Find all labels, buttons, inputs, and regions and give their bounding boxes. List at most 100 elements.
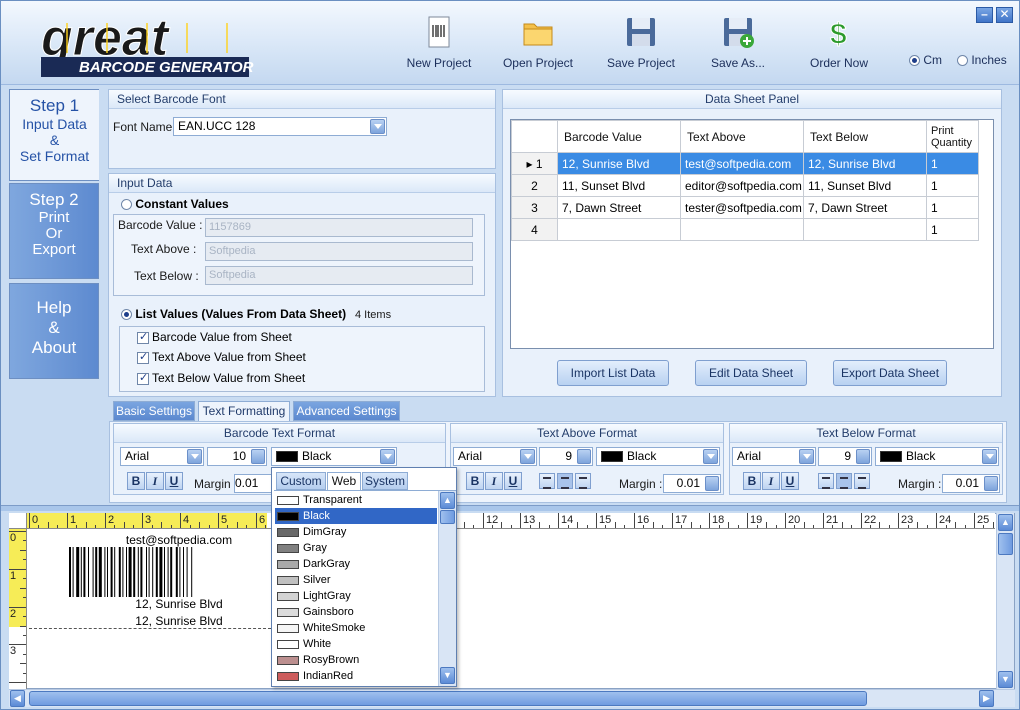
cell[interactable]: 12, Sunrise Blvd [803, 152, 927, 175]
cell[interactable]: 12, Sunrise Blvd [557, 152, 681, 175]
nav-step1[interactable]: Step 1 Input Data & Set Format [9, 89, 99, 181]
cell[interactable]: 7, Dawn Street [557, 196, 681, 219]
barcode-font-combo[interactable]: Arial [120, 447, 204, 466]
text-below-field[interactable]: Softpedia [205, 266, 473, 285]
chevron-down-icon[interactable] [520, 449, 535, 464]
bold-button[interactable]: B [743, 472, 761, 490]
align-center-icon[interactable] [557, 473, 573, 489]
cell[interactable]: 1 [926, 196, 979, 219]
tab-text-formatting[interactable]: Text Formatting [198, 401, 290, 422]
below-color-combo[interactable]: Black [875, 447, 999, 466]
align-right-icon[interactable] [854, 473, 870, 489]
scroll-left-icon[interactable]: ◀ [10, 690, 25, 707]
chevron-down-icon[interactable] [187, 449, 202, 464]
col-text-below[interactable]: Text Below [803, 120, 927, 153]
italic-button[interactable]: I [762, 472, 780, 490]
chk-above-from-sheet[interactable]: Text Above Value from Sheet [137, 350, 306, 364]
bold-button[interactable]: B [127, 472, 145, 490]
font-name-combo[interactable]: EAN.UCC 128 [173, 117, 387, 136]
spinner-arrows-icon[interactable] [984, 476, 998, 491]
underline-button[interactable]: U [504, 472, 522, 490]
cell[interactable]: tester@softpedia.com [680, 196, 804, 219]
spinner-arrows-icon[interactable] [705, 476, 719, 491]
barcode-size-spinner[interactable]: 10 [207, 447, 267, 466]
color-option[interactable]: IndianRed [275, 668, 437, 684]
table-row[interactable]: 2 11, Sunset Blvd editor@softpedia.com 1… [511, 174, 979, 197]
minimize-button[interactable]: – [976, 7, 993, 23]
close-button[interactable]: ✕ [996, 7, 1013, 23]
row-header[interactable]: 3 [511, 196, 558, 219]
preview-horizontal-scrollbar[interactable]: ◀ ▶ [9, 689, 1015, 707]
color-option[interactable]: Gray [275, 540, 437, 556]
cell[interactable]: 11, Sunset Blvd [803, 174, 927, 197]
cell[interactable]: 7, Dawn Street [803, 196, 927, 219]
align-center-icon[interactable] [836, 473, 852, 489]
scroll-thumb[interactable] [998, 533, 1013, 555]
scroll-thumb[interactable] [29, 691, 867, 706]
italic-button[interactable]: I [485, 472, 503, 490]
below-font-combo[interactable]: Arial [732, 447, 816, 466]
italic-button[interactable]: I [146, 472, 164, 490]
chevron-down-icon[interactable] [799, 449, 814, 464]
row-header[interactable]: 4 [511, 218, 558, 241]
cell[interactable]: 1 [926, 152, 979, 175]
color-option[interactable]: LightGray [275, 588, 437, 604]
table-row[interactable]: 4 1 [511, 218, 979, 241]
color-option[interactable]: Black [275, 508, 437, 524]
above-margin-spinner[interactable]: 0.01 [663, 474, 721, 493]
list-values-radio[interactable]: List Values (Values From Data Sheet) [121, 307, 346, 321]
col-print-quantity[interactable]: Print Quantity [926, 120, 979, 153]
bold-button[interactable]: B [466, 472, 484, 490]
color-option[interactable]: Gainsboro [275, 604, 437, 620]
chevron-down-icon[interactable] [370, 119, 385, 134]
save-as-button[interactable]: Save As... [703, 15, 773, 75]
chk-barcode-from-sheet[interactable]: Barcode Value from Sheet [137, 330, 292, 344]
tab-advanced-settings[interactable]: Advanced Settings [293, 401, 400, 421]
color-option[interactable]: Transparent [275, 492, 437, 508]
color-tab-system[interactable]: System [362, 472, 408, 490]
scroll-up-icon[interactable]: ▲ [998, 514, 1013, 531]
underline-button[interactable]: U [165, 472, 183, 490]
below-size-spinner[interactable]: 9 [818, 447, 872, 466]
spinner-arrows-icon[interactable] [577, 449, 591, 464]
save-project-button[interactable]: Save Project [599, 15, 683, 75]
order-now-button[interactable]: $ Order Now [801, 15, 877, 75]
underline-button[interactable]: U [781, 472, 799, 490]
export-data-sheet-button[interactable]: Export Data Sheet [833, 360, 947, 386]
import-list-data-button[interactable]: Import List Data [557, 360, 669, 386]
nav-step2[interactable]: Step 2 Print Or Export [9, 183, 99, 279]
cell[interactable]: 11, Sunset Blvd [557, 174, 681, 197]
cell[interactable]: test@softpedia.com [680, 152, 804, 175]
above-font-combo[interactable]: Arial [453, 447, 537, 466]
col-text-above[interactable]: Text Above [680, 120, 804, 153]
cell[interactable] [803, 218, 927, 241]
color-list-scrollbar[interactable]: ▲ ▼ [438, 491, 456, 686]
splitter[interactable] [1, 505, 1019, 511]
spinner-arrows-icon[interactable] [251, 449, 265, 464]
nav-help[interactable]: Help & About [9, 283, 99, 379]
align-left-icon[interactable] [539, 473, 555, 489]
above-color-combo[interactable]: Black [596, 447, 720, 466]
color-option[interactable]: RosyBrown [275, 652, 437, 668]
cell[interactable] [557, 218, 681, 241]
barcode-color-combo[interactable]: Black [271, 447, 397, 466]
constant-values-radio[interactable]: Constant Values [121, 197, 229, 211]
table-row[interactable]: 3 7, Dawn Street tester@softpedia.com 7,… [511, 196, 979, 219]
color-option[interactable]: White [275, 636, 437, 652]
barcode-label[interactable]: test@softpedia.com 12, Sunrise Blvd 12, … [29, 531, 271, 629]
chk-below-from-sheet[interactable]: Text Below Value from Sheet [137, 371, 305, 385]
spinner-arrows-icon[interactable] [856, 449, 870, 464]
edit-data-sheet-button[interactable]: Edit Data Sheet [695, 360, 807, 386]
scroll-thumb[interactable] [440, 510, 455, 524]
color-dropdown[interactable]: Custom Web System Transparent Black DimGra… [271, 467, 457, 687]
color-tab-custom[interactable]: Custom [276, 472, 326, 490]
unit-cm-radio[interactable]: Cm [909, 53, 942, 67]
align-right-icon[interactable] [575, 473, 591, 489]
scroll-up-icon[interactable]: ▲ [440, 492, 455, 509]
color-option[interactable]: Silver [275, 572, 437, 588]
col-barcode-value[interactable]: Barcode Value [557, 120, 681, 153]
cell[interactable]: 1 [926, 174, 979, 197]
data-sheet-grid[interactable]: Barcode Value Text Above Text Below Prin… [510, 119, 994, 349]
above-size-spinner[interactable]: 9 [539, 447, 593, 466]
unit-inches-radio[interactable]: Inches [957, 53, 1007, 67]
